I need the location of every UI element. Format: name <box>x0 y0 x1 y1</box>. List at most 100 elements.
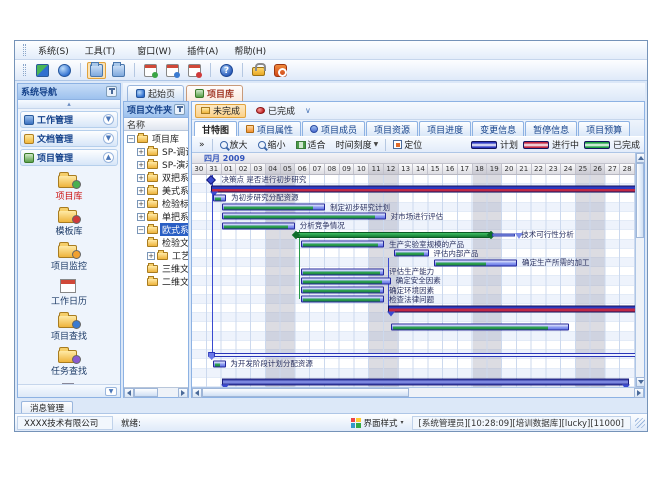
task-bar[interactable] <box>394 250 428 257</box>
calendar-new-button[interactable] <box>141 62 160 79</box>
project-browser-button[interactable] <box>109 62 128 79</box>
help-button[interactable] <box>217 62 236 79</box>
scroll-left-icon[interactable] <box>192 388 202 398</box>
collapse-icon[interactable]: − <box>137 226 145 234</box>
task-bar[interactable] <box>434 259 517 266</box>
tree-node[interactable]: +双把系列 <box>124 171 188 184</box>
view-tab-members[interactable]: 项目成员 <box>302 121 365 136</box>
scroll-left-icon[interactable] <box>124 388 134 398</box>
task-bar[interactable] <box>301 268 385 275</box>
doc-tab-project-library[interactable]: 项目库 <box>186 85 243 101</box>
sidebar-item-project-search[interactable]: 项目查找 <box>21 310 117 344</box>
task-bar[interactable] <box>301 287 385 294</box>
task-bar[interactable] <box>213 360 225 367</box>
scroll-right-icon[interactable] <box>178 388 188 398</box>
view-tab-pauses[interactable]: 暂停信息 <box>525 121 577 136</box>
ui-style-button[interactable]: 界面样式 ▾ <box>345 416 410 430</box>
chevron-up-icon[interactable]: ▲ <box>103 152 114 163</box>
sidebar-group-document[interactable]: 文档管理▼ <box>20 130 118 147</box>
view-tab-progress[interactable]: 项目进度 <box>419 121 471 136</box>
expand-icon[interactable]: + <box>137 174 145 182</box>
task-bar[interactable] <box>213 195 226 202</box>
gantt-vertical-scrollbar[interactable] <box>635 153 644 387</box>
filter-completed-button[interactable]: 已完成 <box>250 104 301 118</box>
exit-button[interactable] <box>271 62 290 79</box>
resize-grip-icon[interactable] <box>635 418 645 428</box>
task-bar[interactable] <box>301 296 385 303</box>
pin-icon[interactable] <box>174 104 185 115</box>
calendar-edit-button[interactable] <box>163 62 182 79</box>
sidebar-group-work[interactable]: 工作管理▼ <box>20 111 118 128</box>
task-bar[interactable] <box>301 241 385 248</box>
pin-icon[interactable] <box>106 86 117 97</box>
fit-button[interactable]: 适合 <box>293 137 329 152</box>
milestone-marker[interactable] <box>206 175 216 185</box>
chevron-down-icon[interactable]: ▼ <box>105 387 117 396</box>
tree-node[interactable]: +检验标准 <box>124 197 188 210</box>
tree-node[interactable]: +SP-调试机系 <box>124 145 188 158</box>
calendar-delete-button[interactable] <box>185 62 204 79</box>
expand-icon[interactable]: + <box>137 200 145 208</box>
expand-icon[interactable]: + <box>137 187 145 195</box>
filter-incomplete-button[interactable]: 未完成 <box>195 104 246 118</box>
sidebar-item-project-monitor[interactable]: 项目监控 <box>21 240 117 274</box>
summary-active-bar[interactable] <box>211 185 635 192</box>
tree-node[interactable]: +工艺文件 <box>124 249 188 262</box>
summary-line-bar[interactable] <box>211 353 635 357</box>
summary-plan-bar[interactable] <box>222 379 630 386</box>
locate-button[interactable]: 定位 <box>390 137 425 152</box>
tree-node[interactable]: −项目库 <box>124 132 188 145</box>
sidebar-collapse-strip[interactable]: ▴ <box>18 100 120 109</box>
modules-button[interactable] <box>33 62 52 79</box>
expand-icon[interactable]: + <box>137 148 145 156</box>
sidebar-item-template-library[interactable]: 模板库 <box>21 205 117 239</box>
view-tab-changes[interactable]: 变更信息 <box>472 121 524 136</box>
view-tab-resources[interactable]: 项目资源 <box>366 121 418 136</box>
view-tab-attributes[interactable]: 项目属性 <box>238 121 301 136</box>
expand-icon[interactable]: + <box>147 252 155 260</box>
filter-more-button[interactable]: ∨ <box>305 106 311 115</box>
menu-plugins[interactable]: 插件(A) <box>179 42 226 59</box>
gantt-horizontal-scrollbar[interactable] <box>192 387 644 397</box>
tree-node[interactable]: +单把系列 <box>124 210 188 223</box>
sidebar-item-task-search[interactable]: 任务查找 <box>21 345 117 379</box>
chevron-down-icon[interactable]: ▼ <box>103 114 114 125</box>
scroll-right-icon[interactable] <box>634 388 644 398</box>
tree-node[interactable]: 检验文件 <box>124 236 188 249</box>
tree-node[interactable]: 二维文件 <box>124 275 188 288</box>
time-scale-button[interactable]: 时间刻度▼ <box>333 137 382 152</box>
tree-node[interactable]: +美式系列 <box>124 184 188 197</box>
sidebar-item-project-library[interactable]: 项目库 <box>21 170 117 204</box>
summary-active-bar[interactable] <box>388 305 635 312</box>
tree-node[interactable]: −欧式系列 <box>124 223 188 236</box>
chevron-down-icon[interactable]: ▼ <box>103 133 114 144</box>
scroll-up-icon[interactable] <box>636 153 645 163</box>
view-tab-gantt[interactable]: 甘特图 <box>194 121 237 136</box>
globe-button[interactable] <box>55 62 74 79</box>
menu-help[interactable]: 帮助(H) <box>226 42 274 59</box>
expand-icon[interactable]: + <box>137 213 145 221</box>
scroll-down-icon[interactable] <box>636 377 645 387</box>
tab-message-management[interactable]: 消息管理 <box>21 401 73 413</box>
zoom-out-button[interactable]: 缩小 <box>255 137 289 152</box>
toolbar-overflow-button[interactable]: » <box>196 139 208 151</box>
task-bar[interactable] <box>222 222 296 229</box>
collapse-icon[interactable]: − <box>127 135 135 143</box>
view-tab-budget[interactable]: 项目预算 <box>578 121 630 136</box>
task-bar[interactable] <box>222 204 326 211</box>
menu-system[interactable]: 系统(S) <box>30 42 77 59</box>
zoom-in-button[interactable]: 放大 <box>217 137 251 152</box>
task-bar[interactable] <box>222 213 386 220</box>
open-project-folder-button[interactable] <box>87 62 106 79</box>
doc-tab-start-page[interactable]: 起始页 <box>127 85 184 101</box>
lock-button[interactable] <box>249 62 268 79</box>
summary-done-bar[interactable] <box>295 232 491 238</box>
sidebar-item-work-calendar[interactable]: 工作日历 <box>21 275 117 309</box>
task-bar[interactable] <box>301 277 392 284</box>
task-bar[interactable] <box>391 324 569 331</box>
menu-tools[interactable]: 工具(T) <box>77 42 124 59</box>
menu-window[interactable]: 窗口(W) <box>129 42 179 59</box>
sidebar-group-project[interactable]: 项目管理▲ <box>20 149 118 166</box>
tree-column-header[interactable]: 名称 <box>124 118 188 131</box>
expand-icon[interactable]: + <box>137 161 145 169</box>
